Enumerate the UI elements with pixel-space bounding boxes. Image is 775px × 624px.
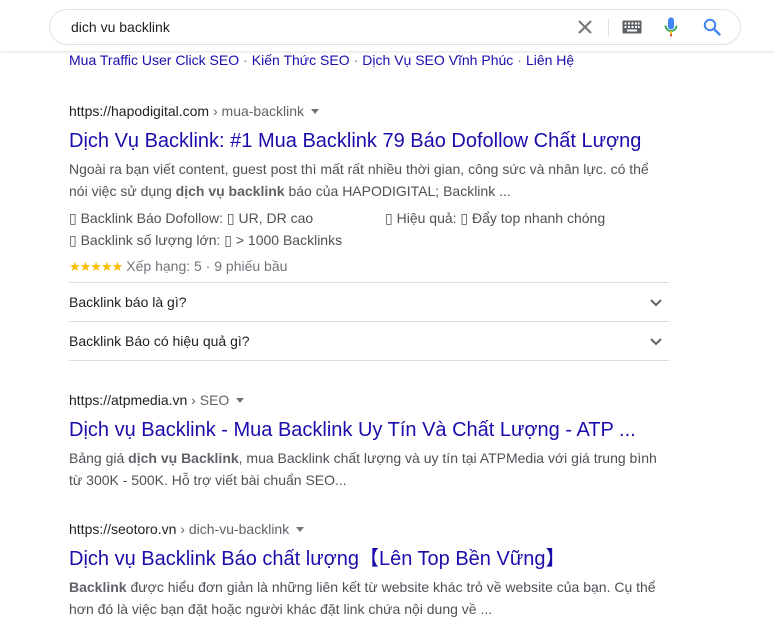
search-result: https://atpmedia.vn › SEO Dịch vụ Backli…	[69, 390, 669, 491]
result-url[interactable]: https://seotoro.vn › dich-vu-backlink	[69, 519, 669, 539]
result-url[interactable]: https://hapodigital.com › mua-backlink	[69, 101, 669, 121]
snippet-text: Bảng giá	[69, 450, 129, 466]
result-title[interactable]: Dịch vụ Backlink - Mua Backlink Uy Tín V…	[69, 417, 669, 443]
star-rating-icon: ★★★★★	[69, 259, 123, 274]
result-title[interactable]: Dịch Vụ Backlink: #1 Mua Backlink 79 Báo…	[69, 128, 669, 154]
snippet-highlight: dịch vụ Backlink	[128, 450, 239, 466]
search-box[interactable]	[49, 9, 741, 45]
sitelink-dich-vu-seo-vinh-phuc[interactable]: Dịch Vụ SEO Vĩnh Phúc	[362, 52, 513, 68]
attribute-item: ▯ Hiệu quả: ▯ Đẩy top nhanh chóng	[385, 210, 606, 226]
result-title[interactable]: Dịch vụ Backlink Báo chất lượng【Lên Top …	[69, 546, 669, 572]
result-snippet: Ngoài ra bạn viết content, guest post th…	[69, 158, 669, 202]
chevron-down-icon	[650, 338, 662, 346]
microphone-icon[interactable]	[660, 16, 682, 38]
search-divider	[608, 18, 609, 36]
result-domain: https://atpmedia.vn	[69, 392, 188, 408]
result-path: › mua-backlink	[209, 103, 305, 119]
keyboard-icon[interactable]	[621, 16, 643, 38]
search-icon[interactable]	[701, 16, 723, 38]
close-icon[interactable]	[574, 16, 596, 38]
rating-text: Xếp hạng: 5 · 9 phiếu bầu	[126, 258, 288, 274]
faq-item[interactable]: Backlink báo là gì?	[69, 282, 669, 321]
snippet-highlight: Backlink	[69, 579, 127, 595]
snippet-text: được hiểu đơn giản là những liên kết từ …	[69, 579, 656, 617]
result-attributes-row: ▯ Backlink số lượng lớn: ▯ > 1000 Backli…	[69, 229, 669, 251]
search-input[interactable]	[71, 17, 551, 37]
result-snippet: Bảng giá dịch vụ Backlink, mua Backlink …	[69, 447, 669, 491]
snippet-text: báo của HAPODIGITAL; Backlink ...	[284, 183, 511, 199]
sitelinks-row: Mua Traffic User Click SEO · Kiến Thức SEO…	[69, 52, 574, 68]
snippet-highlight: dịch vụ backlink	[175, 183, 285, 199]
top-bar	[0, 0, 775, 51]
faq-list: Backlink báo là gì? Backlink Báo có hiệu…	[69, 282, 669, 361]
chevron-down-icon	[650, 299, 662, 307]
sitelink-separator: ·	[517, 52, 522, 68]
chevron-down-icon[interactable]	[296, 526, 305, 532]
sitelink-kien-thuc-seo[interactable]: Kiến Thức SEO	[252, 52, 350, 68]
search-result: https://seotoro.vn › dich-vu-backlink Dị…	[69, 519, 669, 620]
attribute-item: ▯ Backlink số lượng lớn: ▯ > 1000 Backli…	[69, 232, 343, 248]
result-snippet: Backlink được hiểu đơn giản là những liê…	[69, 576, 669, 620]
result-domain: https://hapodigital.com	[69, 103, 210, 119]
faq-question: Backlink Báo có hiệu quả gì?	[69, 333, 250, 349]
result-path: › dich-vu-backlink	[176, 521, 290, 537]
search-result: https://hapodigital.com › mua-backlink D…	[69, 101, 669, 361]
result-url[interactable]: https://atpmedia.vn › SEO	[69, 390, 669, 410]
sitelink-mua-traffic[interactable]: Mua Traffic User Click SEO	[69, 52, 239, 68]
result-path: › SEO	[187, 392, 230, 408]
sitelink-lien-he[interactable]: Liên Hệ	[526, 52, 574, 68]
faq-question: Backlink báo là gì?	[69, 294, 187, 310]
chevron-down-icon[interactable]	[311, 108, 320, 114]
result-attributes-row: ▯ Backlink Báo Dofollow: ▯ UR, DR cao ▯ …	[69, 207, 669, 229]
result-rating: ★★★★★ Xếp hạng: 5 · 9 phiếu bầu	[69, 255, 669, 277]
sitelink-separator: ·	[243, 52, 248, 68]
faq-item[interactable]: Backlink Báo có hiệu quả gì?	[69, 321, 669, 361]
sitelink-separator: ·	[353, 52, 359, 68]
attribute-item: ▯ Backlink Báo Dofollow: ▯ UR, DR cao	[69, 210, 314, 226]
chevron-down-icon[interactable]	[236, 397, 245, 403]
result-domain: https://seotoro.vn	[69, 521, 177, 537]
